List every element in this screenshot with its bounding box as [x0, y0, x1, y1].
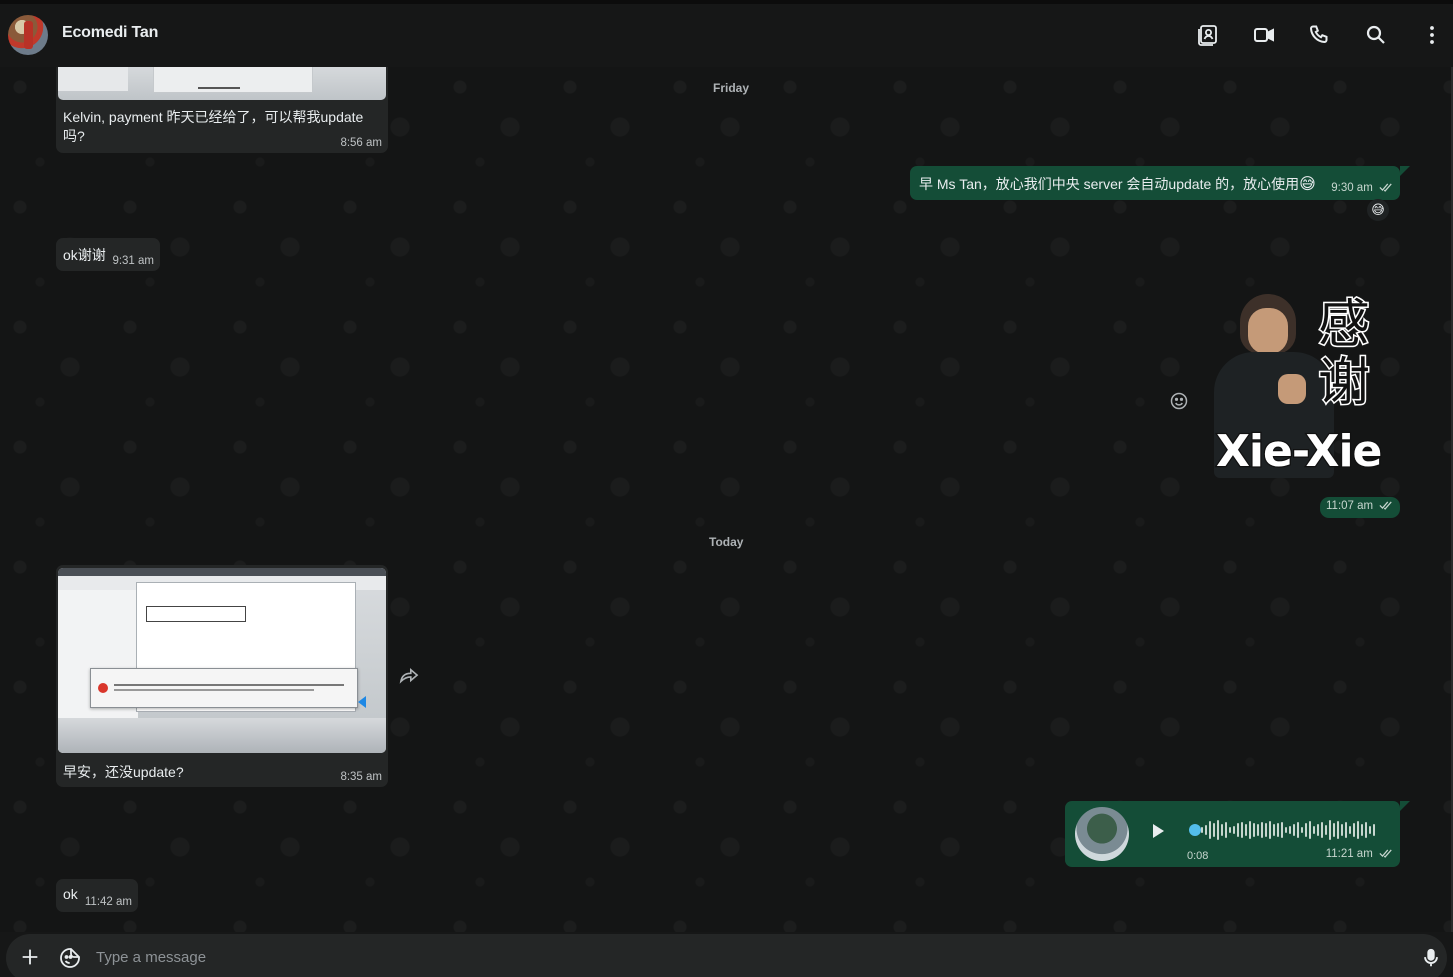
- error-icon: [98, 683, 108, 693]
- sticker-icon[interactable]: [58, 946, 82, 970]
- search-icon[interactable]: [1363, 22, 1389, 48]
- image-attachment[interactable]: [58, 67, 386, 100]
- message-time: 11:21 am: [1325, 848, 1373, 860]
- bubble-tail: [1400, 801, 1410, 811]
- sticker-person-hands: [1278, 374, 1306, 404]
- sticker-timestamp: 11:07 am: [1320, 497, 1400, 518]
- read-receipt-icon: [1379, 849, 1392, 858]
- message-bubble-incoming[interactable]: ok谢谢 9:31 am: [56, 238, 160, 271]
- voice-duration: 0:08: [1187, 850, 1209, 862]
- read-receipt-icon: [1379, 183, 1392, 192]
- contact-avatar[interactable]: [8, 15, 48, 55]
- message-time: 8:35 am: [340, 771, 382, 783]
- image-attachment[interactable]: [58, 568, 386, 753]
- play-icon[interactable]: [1151, 823, 1165, 839]
- message-time: 11:07 am: [1326, 500, 1374, 512]
- bubble-tail: [1400, 166, 1410, 176]
- message-text: ok: [63, 886, 78, 902]
- chat-panel[interactable]: Kelvin, payment 昨天已经给了，可以帮我update吗? 8:56…: [0, 67, 1453, 932]
- more-options-icon[interactable]: [1419, 22, 1445, 48]
- message-text: Kelvin, payment 昨天已经给了，可以帮我update吗?: [63, 109, 364, 144]
- message-composer: [0, 932, 1453, 977]
- microphone-icon[interactable]: [1420, 946, 1442, 970]
- voice-sender-avatar: [1075, 807, 1129, 861]
- date-divider: Friday: [713, 81, 750, 95]
- sticker-person-face: [1248, 308, 1288, 354]
- contact-name[interactable]: Ecomedi Tan: [62, 24, 158, 42]
- sticker-message[interactable]: 感谢 Xie-Xie: [1210, 294, 1390, 480]
- forward-icon[interactable]: [398, 667, 420, 685]
- chat-header: Ecomedi Tan: [0, 4, 1453, 67]
- message-time: 9:31 am: [112, 255, 154, 267]
- message-bubble-incoming[interactable]: Kelvin, payment 昨天已经给了，可以帮我update吗? 8:56…: [56, 67, 388, 153]
- read-receipt-icon: [1379, 501, 1393, 510]
- sticker-chars: 感谢: [1317, 295, 1372, 414]
- message-status: 9:30 am: [1331, 182, 1393, 194]
- video-call-icon[interactable]: [1251, 22, 1277, 48]
- voice-waveform[interactable]: [1200, 819, 1380, 841]
- iflex-logo: [146, 606, 246, 622]
- contact-card-icon[interactable]: [1195, 22, 1221, 48]
- message-time: 9:30 am: [1331, 182, 1373, 194]
- message-text: 早 Ms Tan，放心我们中央 server 会自动update 的，放心使用: [919, 176, 1300, 192]
- message-text: ok谢谢: [63, 247, 106, 263]
- emoji-react-icon[interactable]: [1169, 391, 1189, 411]
- attach-plus-icon[interactable]: [19, 946, 41, 968]
- message-status: 11:21 am: [1326, 848, 1393, 860]
- date-divider: Today: [709, 535, 744, 549]
- message-bubble-incoming[interactable]: 早安，还没update? 8:35 am: [56, 565, 388, 787]
- message-input[interactable]: [96, 946, 1396, 968]
- message-bubble-outgoing[interactable]: 早 Ms Tan，放心我们中央 server 会自动update 的，放心使用😅…: [910, 166, 1400, 200]
- message-time: 11:42 am: [84, 896, 132, 908]
- message-text: 早安，还没update?: [63, 764, 184, 780]
- sticker-caption: Xie-Xie: [1215, 425, 1384, 479]
- message-bubble-incoming[interactable]: ok 11:42 am: [56, 879, 138, 912]
- voice-call-icon[interactable]: [1307, 22, 1333, 48]
- voice-message-bubble[interactable]: 0:08 11:21 am: [1065, 801, 1400, 867]
- message-time: 8:56 am: [340, 137, 382, 149]
- sweat-smile-emoji: 😅: [1299, 176, 1316, 193]
- reaction-badge[interactable]: 😅: [1367, 199, 1389, 221]
